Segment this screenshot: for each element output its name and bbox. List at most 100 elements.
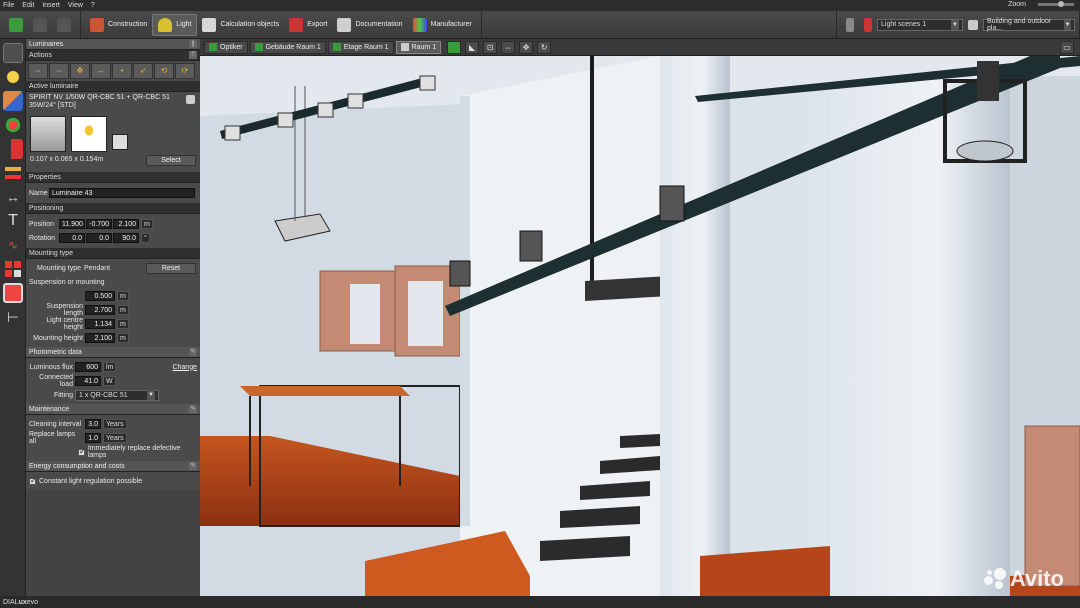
- action-point-icon[interactable]: •: [112, 63, 132, 79]
- luminaire-tool-icon[interactable]: [3, 43, 23, 63]
- reset-button[interactable]: Reset: [146, 262, 196, 274]
- fullscreen-icon[interactable]: ▭: [1060, 40, 1074, 54]
- pin-icon[interactable]: ✎: [189, 405, 197, 413]
- tab-export[interactable]: Export: [284, 14, 332, 36]
- action-arrange-icon[interactable]: ⇔: [28, 63, 48, 79]
- pin-icon[interactable]: ✎: [189, 348, 197, 356]
- undo-button[interactable]: [28, 14, 52, 36]
- replace-lamps-input[interactable]: 1.0: [85, 433, 101, 443]
- constant-light-checkbox[interactable]: [29, 476, 37, 485]
- position-y-input[interactable]: -0.700: [86, 219, 112, 229]
- building-icon: [254, 43, 263, 51]
- mounting-height-input[interactable]: 2.100: [85, 333, 115, 343]
- years-unit: Years: [103, 433, 127, 443]
- suspension-label: Suspension or mounting: [29, 278, 105, 286]
- view-mode-select[interactable]: Building and outdoor pla... ▼: [983, 18, 1075, 32]
- panel-header: Luminaires ∥: [26, 39, 200, 50]
- action-field-icon[interactable]: ⇔: [49, 63, 69, 79]
- magnet-tool-icon[interactable]: [3, 91, 23, 111]
- luminaire-name: SPIRIT NV 1/50W QR-CBC 51 + QR-CBC 51 35…: [29, 94, 170, 109]
- documentation-icon: [337, 17, 352, 32]
- menu-insert[interactable]: Insert: [42, 2, 60, 9]
- select-button[interactable]: Select: [146, 155, 196, 166]
- save-button[interactable]: [4, 14, 28, 36]
- arrangement-tool-icon[interactable]: [3, 139, 23, 159]
- tab-etage-raum-1[interactable]: Etage Raum 1: [327, 40, 394, 54]
- light-scene-select[interactable]: Light scenes 1 ▼: [877, 18, 963, 31]
- section-title: Active luminaire: [29, 82, 79, 90]
- view-tool-icon[interactable]: [3, 283, 23, 303]
- position-x-input[interactable]: 11.900: [59, 219, 85, 229]
- wire-view-icon[interactable]: ◣: [465, 40, 480, 54]
- fit-view-icon[interactable]: ⊡: [483, 40, 498, 54]
- action-move-icon[interactable]: ✥: [70, 63, 90, 79]
- scene-tools: Light scenes 1 ▼ Building and outdoor pla…: [836, 11, 1080, 38]
- rotation-y-input[interactable]: 0.0: [86, 233, 112, 243]
- zoom-extent-icon[interactable]: ⇔: [501, 40, 516, 54]
- menu-help[interactable]: ?: [91, 2, 95, 9]
- bulb-tool-icon[interactable]: [3, 67, 23, 87]
- room-icon: [400, 43, 409, 51]
- 3d-viewport[interactable]: [200, 56, 1080, 596]
- tab-label: Optiker: [220, 43, 243, 51]
- pin-icon[interactable]: ∥: [189, 40, 197, 48]
- layers-tool-icon[interactable]: [3, 163, 23, 183]
- color-tool-icon[interactable]: [3, 115, 23, 135]
- lumen-unit: lm: [103, 362, 117, 372]
- action-line-icon[interactable]: ↔: [91, 63, 111, 79]
- tab-documentation[interactable]: Documentation: [332, 14, 407, 36]
- suspension-input[interactable]: 0.500: [85, 291, 115, 301]
- watt-unit: W: [103, 376, 116, 386]
- pin-icon[interactable]: ✎: [189, 462, 197, 470]
- fitting-select[interactable]: 1 x QR-CBC 51 ▼: [75, 389, 159, 401]
- tab-light[interactable]: Light: [152, 13, 198, 36]
- tab-construction[interactable]: Construction: [85, 14, 152, 36]
- text-tool-icon[interactable]: T: [3, 211, 23, 231]
- grid-tool-icon[interactable]: [3, 259, 23, 279]
- orbit-icon[interactable]: ↻: [537, 40, 552, 54]
- zoom-slider[interactable]: [1038, 1, 1074, 7]
- tab-optiker[interactable]: Optiker: [204, 40, 248, 54]
- zoom-knob[interactable]: [1058, 1, 1064, 7]
- redo-button[interactable]: [52, 14, 76, 36]
- action-rotate-icon[interactable]: ⟲: [154, 63, 174, 79]
- tab-raum-1[interactable]: Raum 1: [395, 40, 442, 54]
- constant-light-label: Constant light regulation possible: [39, 477, 143, 485]
- action-mirror-icon[interactable]: ⟳: [175, 63, 195, 79]
- light-centre-input[interactable]: 1.134: [85, 319, 115, 329]
- menu-view[interactable]: View: [68, 2, 83, 9]
- suspension-length-input[interactable]: 2.700: [85, 305, 115, 315]
- dimension-tool-icon[interactable]: ↔: [3, 187, 23, 207]
- name-input[interactable]: Luminaire 43: [49, 188, 195, 198]
- main-toolbar: Construction Light Calculation objects E…: [0, 11, 1080, 39]
- photometric-section: Luminous flux 600 lm Change Connected lo…: [26, 358, 200, 404]
- immediately-replace-checkbox[interactable]: [78, 447, 86, 456]
- section-title: Mounting type: [29, 249, 73, 257]
- tab-label: Construction: [108, 21, 148, 28]
- menu-edit[interactable]: Edit: [22, 2, 34, 9]
- solid-view-icon[interactable]: [447, 40, 462, 54]
- tab-manufacturer[interactable]: Manufacturer: [408, 14, 477, 36]
- tab-gebaeude-raum-1[interactable]: Gebäude Raum 1: [249, 40, 326, 54]
- position-z-input[interactable]: 2.100: [113, 219, 139, 229]
- scene-settings-button[interactable]: [963, 14, 983, 36]
- light-icon: [158, 17, 173, 32]
- rotate-view-icon[interactable]: [112, 134, 128, 150]
- scene-phone-button[interactable]: [841, 14, 859, 36]
- stairs-tool-icon[interactable]: ⊢: [3, 307, 23, 327]
- cleaning-interval-input[interactable]: 3.0: [85, 419, 101, 429]
- rotation-z-input[interactable]: 90.0: [113, 233, 139, 243]
- active-luminaire-section: SPIRIT NV 1/50W QR-CBC 51 + QR-CBC 51 35…: [26, 92, 200, 172]
- pan-icon[interactable]: ✥: [519, 40, 534, 54]
- tab-calculation-objects[interactable]: Calculation objects: [197, 14, 284, 36]
- menu-file[interactable]: File: [3, 2, 14, 9]
- curve-tool-icon[interactable]: ∿: [3, 235, 23, 255]
- connected-load-input[interactable]: 41.0: [75, 376, 101, 386]
- copy-icon[interactable]: [186, 95, 195, 104]
- luminous-flux-input[interactable]: 600: [75, 362, 101, 372]
- action-aim-icon[interactable]: ➶: [133, 63, 153, 79]
- help-icon[interactable]: ?: [189, 51, 197, 59]
- rotation-x-input[interactable]: 0.0: [59, 233, 85, 243]
- change-link[interactable]: Change: [172, 364, 197, 371]
- scene-delete-button[interactable]: [859, 14, 877, 36]
